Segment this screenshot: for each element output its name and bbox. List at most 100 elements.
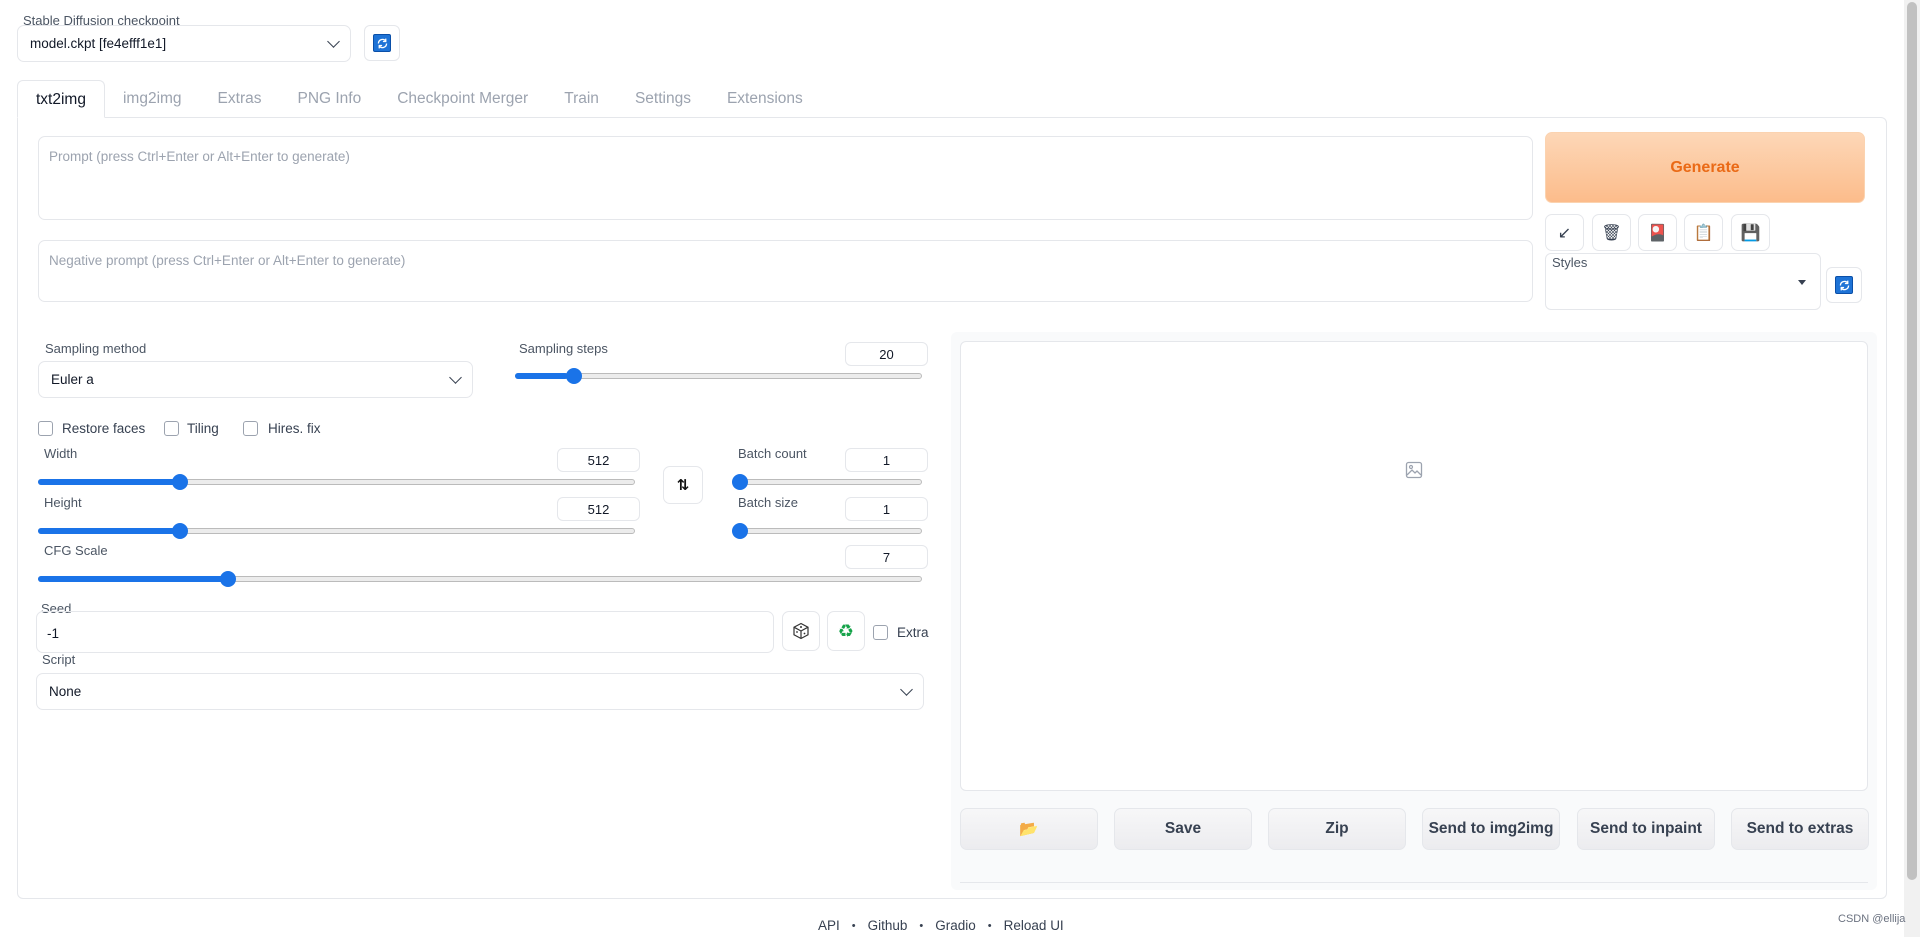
refresh-checkpoint-button[interactable] bbox=[364, 25, 400, 61]
height-slider[interactable] bbox=[38, 523, 635, 539]
hires-fix-checkbox[interactable] bbox=[243, 421, 258, 436]
batch-size-label: Batch size bbox=[738, 495, 798, 510]
read-params-button[interactable]: ↙ bbox=[1545, 214, 1584, 251]
page-scrollbar[interactable] bbox=[1904, 0, 1920, 937]
checkpoint-select[interactable]: model.ckpt [fe4efff1e1] bbox=[17, 25, 351, 62]
cfg-scale-slider[interactable] bbox=[38, 571, 922, 587]
sampling-steps-slider[interactable] bbox=[515, 368, 922, 384]
slider-knob[interactable] bbox=[171, 474, 188, 490]
save-style-button[interactable]: 💾 bbox=[1731, 214, 1770, 251]
script-label: Script bbox=[42, 652, 76, 667]
batch-count-slider[interactable] bbox=[732, 474, 922, 490]
tab-img2img[interactable]: img2img bbox=[105, 80, 200, 118]
extra-seed-checkbox[interactable] bbox=[873, 625, 888, 640]
width-slider[interactable] bbox=[38, 474, 635, 490]
zip-label: Zip bbox=[1325, 820, 1349, 837]
apply-style-button[interactable]: 📋 bbox=[1684, 214, 1723, 251]
restore-faces-label: Restore faces bbox=[62, 421, 146, 436]
height-label: Height bbox=[44, 495, 82, 510]
random-seed-button[interactable] bbox=[782, 611, 820, 651]
tiling-label: Tiling bbox=[187, 421, 219, 436]
sampling-steps-label: Sampling steps bbox=[519, 341, 608, 356]
slider-fill bbox=[38, 479, 176, 485]
dice-icon bbox=[793, 622, 809, 640]
tab-train[interactable]: Train bbox=[546, 80, 617, 118]
zip-button[interactable]: Zip bbox=[1268, 808, 1406, 850]
footer-api-link[interactable]: API bbox=[818, 918, 840, 933]
save-button[interactable]: Save bbox=[1114, 808, 1252, 850]
footer-github-link[interactable]: Github bbox=[868, 918, 908, 933]
tab-bar: txt2img img2img Extras PNG Info Checkpoi… bbox=[17, 80, 821, 118]
slider-knob[interactable] bbox=[732, 523, 748, 539]
negative-prompt-input[interactable]: Negative prompt (press Ctrl+Enter or Alt… bbox=[38, 240, 1533, 302]
watermark: CSDN @ellija bbox=[1838, 913, 1906, 925]
extra-networks-icon: 🎴 bbox=[1647, 224, 1668, 242]
send-to-inpaint-label: Send to inpaint bbox=[1590, 820, 1702, 837]
footer-links: API • Github • Gradio • Reload UI bbox=[818, 918, 1064, 933]
folder-icon: 📂 bbox=[1019, 820, 1039, 838]
slider-knob[interactable] bbox=[565, 368, 582, 384]
height-number[interactable]: 512 bbox=[557, 497, 640, 521]
tiling-checkbox[interactable] bbox=[164, 421, 179, 436]
chevron-down-icon bbox=[449, 370, 462, 384]
save-style-icon: 💾 bbox=[1740, 224, 1761, 242]
slider-track bbox=[732, 479, 922, 485]
refresh-icon bbox=[1835, 276, 1853, 294]
tab-settings[interactable]: Settings bbox=[617, 80, 709, 118]
cfg-scale-label: CFG Scale bbox=[44, 543, 108, 558]
sampling-method-select[interactable]: Euler a bbox=[38, 361, 473, 398]
send-to-img2img-button[interactable]: Send to img2img bbox=[1422, 808, 1560, 850]
slider-knob[interactable] bbox=[220, 571, 237, 587]
output-image-area[interactable] bbox=[960, 341, 1868, 791]
batch-size-number[interactable]: 1 bbox=[845, 497, 928, 521]
script-value: None bbox=[49, 684, 82, 699]
clipboard-icon: 📋 bbox=[1693, 224, 1714, 242]
sampling-steps-number[interactable]: 20 bbox=[845, 342, 928, 366]
slider-fill bbox=[515, 373, 568, 379]
swap-dimensions-button[interactable]: ⇅ bbox=[663, 466, 703, 504]
width-number[interactable]: 512 bbox=[557, 448, 640, 472]
styles-label: Styles bbox=[1552, 255, 1588, 270]
generate-label: Generate bbox=[1670, 158, 1740, 176]
sampling-method-value: Euler a bbox=[51, 372, 94, 387]
extra-seed-label: Extra bbox=[897, 625, 929, 640]
batch-count-number[interactable]: 1 bbox=[845, 448, 928, 472]
tab-png-info[interactable]: PNG Info bbox=[279, 80, 379, 118]
tab-txt2img[interactable]: txt2img bbox=[17, 80, 105, 118]
generate-button[interactable]: Generate bbox=[1545, 132, 1865, 203]
image-placeholder-icon bbox=[1405, 461, 1423, 479]
slider-knob[interactable] bbox=[732, 474, 748, 490]
batch-count-label: Batch count bbox=[738, 446, 807, 461]
slider-fill bbox=[38, 528, 176, 534]
send-to-inpaint-button[interactable]: Send to inpaint bbox=[1577, 808, 1715, 850]
send-to-img2img-label: Send to img2img bbox=[1428, 820, 1554, 837]
slider-track bbox=[732, 528, 922, 534]
send-to-extras-button[interactable]: Send to extras bbox=[1731, 808, 1869, 850]
tab-extras[interactable]: Extras bbox=[200, 80, 280, 118]
open-folder-button[interactable]: 📂 bbox=[960, 808, 1098, 850]
save-label: Save bbox=[1164, 820, 1202, 837]
batch-size-slider[interactable] bbox=[732, 523, 922, 539]
slider-fill bbox=[38, 576, 224, 582]
refresh-styles-button[interactable] bbox=[1826, 267, 1862, 303]
recycle-icon: ♻ bbox=[837, 620, 855, 641]
footer-separator: • bbox=[987, 919, 992, 932]
footer-gradio-link[interactable]: Gradio bbox=[935, 918, 976, 933]
tab-checkpoint-merger[interactable]: Checkpoint Merger bbox=[379, 80, 546, 118]
swap-icon: ⇅ bbox=[676, 477, 690, 494]
cfg-scale-number[interactable]: 7 bbox=[845, 545, 928, 569]
seed-input[interactable]: -1 bbox=[36, 611, 774, 653]
script-select[interactable]: None bbox=[36, 673, 924, 710]
trash-icon: 🗑 bbox=[1601, 224, 1622, 242]
hires-fix-label: Hires. fix bbox=[268, 421, 321, 436]
width-label: Width bbox=[44, 446, 78, 461]
footer-reload-ui-link[interactable]: Reload UI bbox=[1004, 918, 1064, 933]
restore-faces-checkbox[interactable] bbox=[38, 421, 53, 436]
slider-knob[interactable] bbox=[171, 523, 188, 539]
scrollbar-thumb[interactable] bbox=[1907, 2, 1917, 880]
reuse-seed-button[interactable]: ♻ bbox=[827, 611, 865, 651]
tab-extensions[interactable]: Extensions bbox=[709, 80, 821, 118]
clear-prompt-button[interactable]: 🗑 bbox=[1592, 214, 1631, 251]
prompt-input[interactable]: Prompt (press Ctrl+Enter or Alt+Enter to… bbox=[38, 136, 1533, 220]
extra-networks-button[interactable]: 🎴 bbox=[1638, 214, 1677, 251]
